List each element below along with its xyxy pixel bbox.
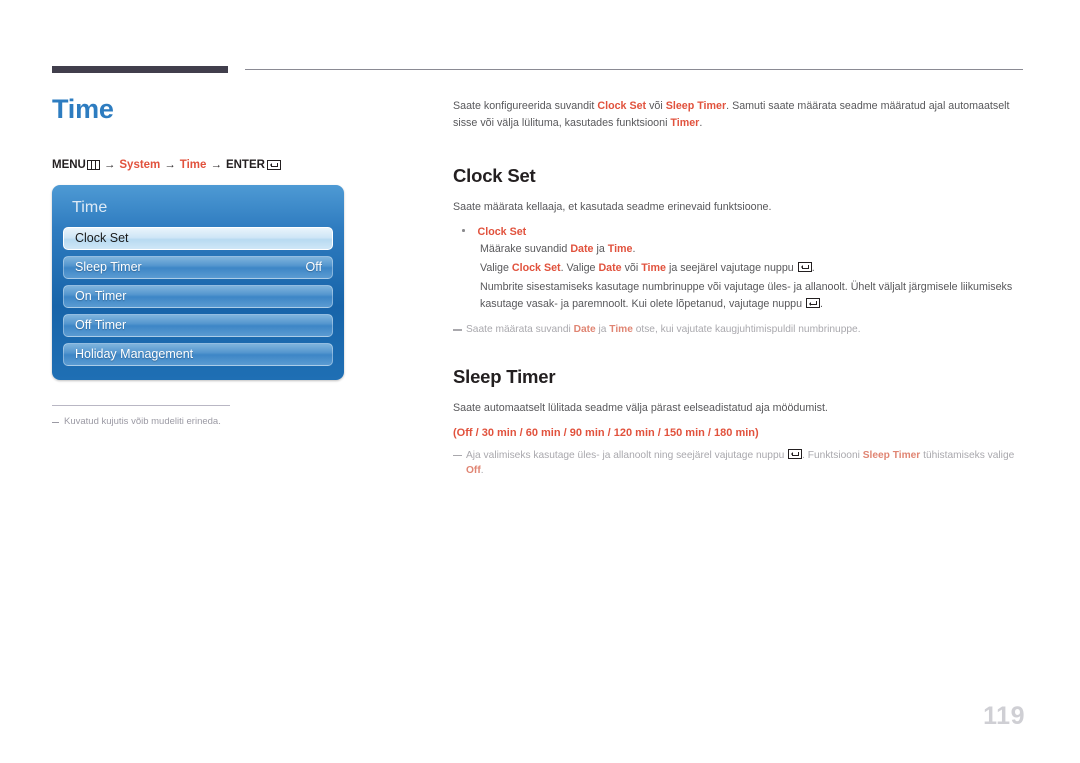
osd-row-off-timer[interactable]: Off Timer	[63, 313, 333, 337]
bullet-dot-icon	[462, 229, 465, 232]
list-item: Clock Set Määrake suvandid Date ja Time.…	[453, 226, 1025, 314]
footnote-text: Kuvatud kujutis võib mudeliti erineda.	[64, 415, 221, 427]
note-term-date: Date	[573, 324, 596, 336]
enter-return-icon	[788, 448, 803, 459]
st-note-term-sleep-timer: Sleep Timer	[862, 449, 921, 461]
osd-row-holiday-management[interactable]: Holiday Management	[63, 342, 333, 366]
page-title: Time	[52, 94, 114, 124]
enter-return-icon	[797, 261, 812, 272]
section-heading-sleep-timer: Sleep Timer	[453, 366, 556, 388]
bullet-heading-clock-set: Clock Set	[453, 226, 1025, 238]
line2-text-2: . Valige	[560, 261, 599, 274]
clock-set-line-3: Numbrite sisestamiseks kasutage numbrinu…	[480, 279, 1025, 313]
footnote-dash-icon	[52, 421, 59, 423]
osd-row-on-timer[interactable]: On Timer	[63, 284, 333, 308]
menu-bars-icon	[86, 159, 100, 170]
bullet-label: Clock Set	[477, 225, 527, 238]
osd-row-label: Holiday Management	[75, 347, 194, 362]
note-text-3: otse, kui vajutate kaugjuhtimispuldil nu…	[632, 324, 861, 336]
header-rule-thin	[245, 69, 1023, 70]
line2-term-time: Time	[641, 261, 666, 274]
osd-row-label: Clock Set	[75, 231, 129, 246]
line2-term-date: Date	[598, 261, 622, 274]
osd-row-label: Sleep Timer	[75, 260, 142, 275]
osd-row-label: On Timer	[75, 289, 127, 304]
intro-term-sleep-timer: Sleep Timer	[665, 100, 727, 112]
sleep-timer-intro: Saate automaatselt lülitada seadme välja…	[453, 402, 828, 415]
osd-panel-title: Time	[72, 198, 108, 216]
breadcrumb-arrow-2: →	[164, 158, 176, 171]
osd-menu-panel: Time Clock Set Sleep Timer Off On Timer …	[52, 184, 344, 380]
header-rule-thick	[52, 66, 228, 73]
breadcrumb-menu-label: MENU	[52, 158, 86, 171]
clock-set-bullet-list: Clock Set Määrake suvandid Date ja Time.…	[453, 226, 1025, 314]
enter-return-icon	[266, 159, 281, 170]
note-dash-icon	[453, 329, 462, 331]
note-text-1: Saate määrata suvandi	[466, 324, 574, 336]
intro-text-2: või	[646, 100, 666, 112]
st-note-text-2: . Funktsiooni	[802, 449, 863, 461]
intro-text-4: .	[699, 116, 703, 129]
clock-set-intro: Saate määrata kellaaja, et kasutada sead…	[453, 201, 772, 214]
line1-term-time: Time	[607, 242, 633, 255]
st-note-text-3: tühistamiseks valige	[920, 449, 1015, 461]
st-note-text-1: Aja valimiseks kasutage üles- ja allanoo…	[466, 449, 788, 461]
clock-set-line-1: Määrake suvandid Date ja Time.	[480, 241, 1025, 258]
line2-term-clock-set: Clock Set	[511, 261, 561, 274]
menu-path-breadcrumb: MENU → System → Time → ENTER	[52, 159, 412, 171]
section-heading-clock-set: Clock Set	[453, 165, 536, 187]
st-note-text-4: .	[480, 465, 484, 477]
st-note-term-off: Off	[466, 465, 481, 477]
line1-text-1: Määrake suvandid	[480, 242, 571, 255]
clock-set-line-2: Valige Clock Set. Valige Date või Time j…	[480, 260, 1025, 277]
right-column: Saate konfigureerida suvandit Clock Set …	[453, 98, 1025, 479]
bullet-body-clock-set: Määrake suvandid Date ja Time. Valige Cl…	[480, 241, 1025, 314]
line2-text-4: ja seejärel vajutage nuppu	[665, 261, 797, 274]
line1-text-2: ja	[593, 242, 608, 255]
sleep-timer-options: (Off / 30 min / 60 min / 90 min / 120 mi…	[453, 426, 759, 439]
left-footnote: Kuvatud kujutis võib mudeliti erineda.	[52, 416, 412, 427]
line1-term-date: Date	[570, 242, 594, 255]
note-dash-icon	[453, 454, 462, 457]
intro-term-clock-set: Clock Set	[597, 100, 647, 112]
line3-text-1: Numbrite sisestamiseks kasutage numbrinu…	[480, 280, 1013, 311]
breadcrumb-item-system: System	[119, 158, 161, 171]
intro-term-timer: Timer	[670, 116, 700, 129]
left-column: Time MENU → System → Time → ENTER Time C…	[52, 94, 412, 427]
sleep-timer-note: Aja valimiseks kasutage üles- ja allanoo…	[453, 448, 1025, 480]
note-text-wrapper: Aja valimiseks kasutage üles- ja allanoo…	[466, 448, 1025, 480]
footnote-divider	[52, 404, 230, 406]
clock-set-note: Saate määrata suvandi Date ja Time otse,…	[453, 322, 1025, 338]
breadcrumb-item-time: Time	[179, 158, 207, 171]
line2-text-1: Valige	[480, 261, 512, 274]
line1-text-3: .	[632, 242, 636, 255]
breadcrumb-enter-label: ENTER	[225, 158, 265, 171]
line2-text-3: või	[621, 261, 642, 274]
note-text-wrapper: Saate määrata suvandi Date ja Time otse,…	[466, 322, 861, 338]
breadcrumb-arrow-3: →	[210, 158, 222, 171]
note-text-2: ja	[595, 324, 610, 336]
intro-text-1: Saate konfigureerida suvandit	[453, 100, 598, 112]
page-number: 119	[983, 702, 1025, 730]
line2-text-5: .	[811, 261, 815, 274]
osd-row-value: Off	[305, 260, 322, 275]
note-term-time: Time	[609, 324, 633, 336]
intro-paragraph: Saate konfigureerida suvandit Clock Set …	[453, 98, 1025, 131]
osd-row-sleep-timer[interactable]: Sleep Timer Off	[63, 255, 333, 279]
osd-row-clock-set[interactable]: Clock Set	[63, 226, 333, 250]
osd-row-label: Off Timer	[75, 318, 127, 333]
enter-return-icon	[806, 298, 821, 309]
breadcrumb-arrow-1: →	[103, 158, 116, 171]
line3-text-2: .	[820, 298, 823, 311]
